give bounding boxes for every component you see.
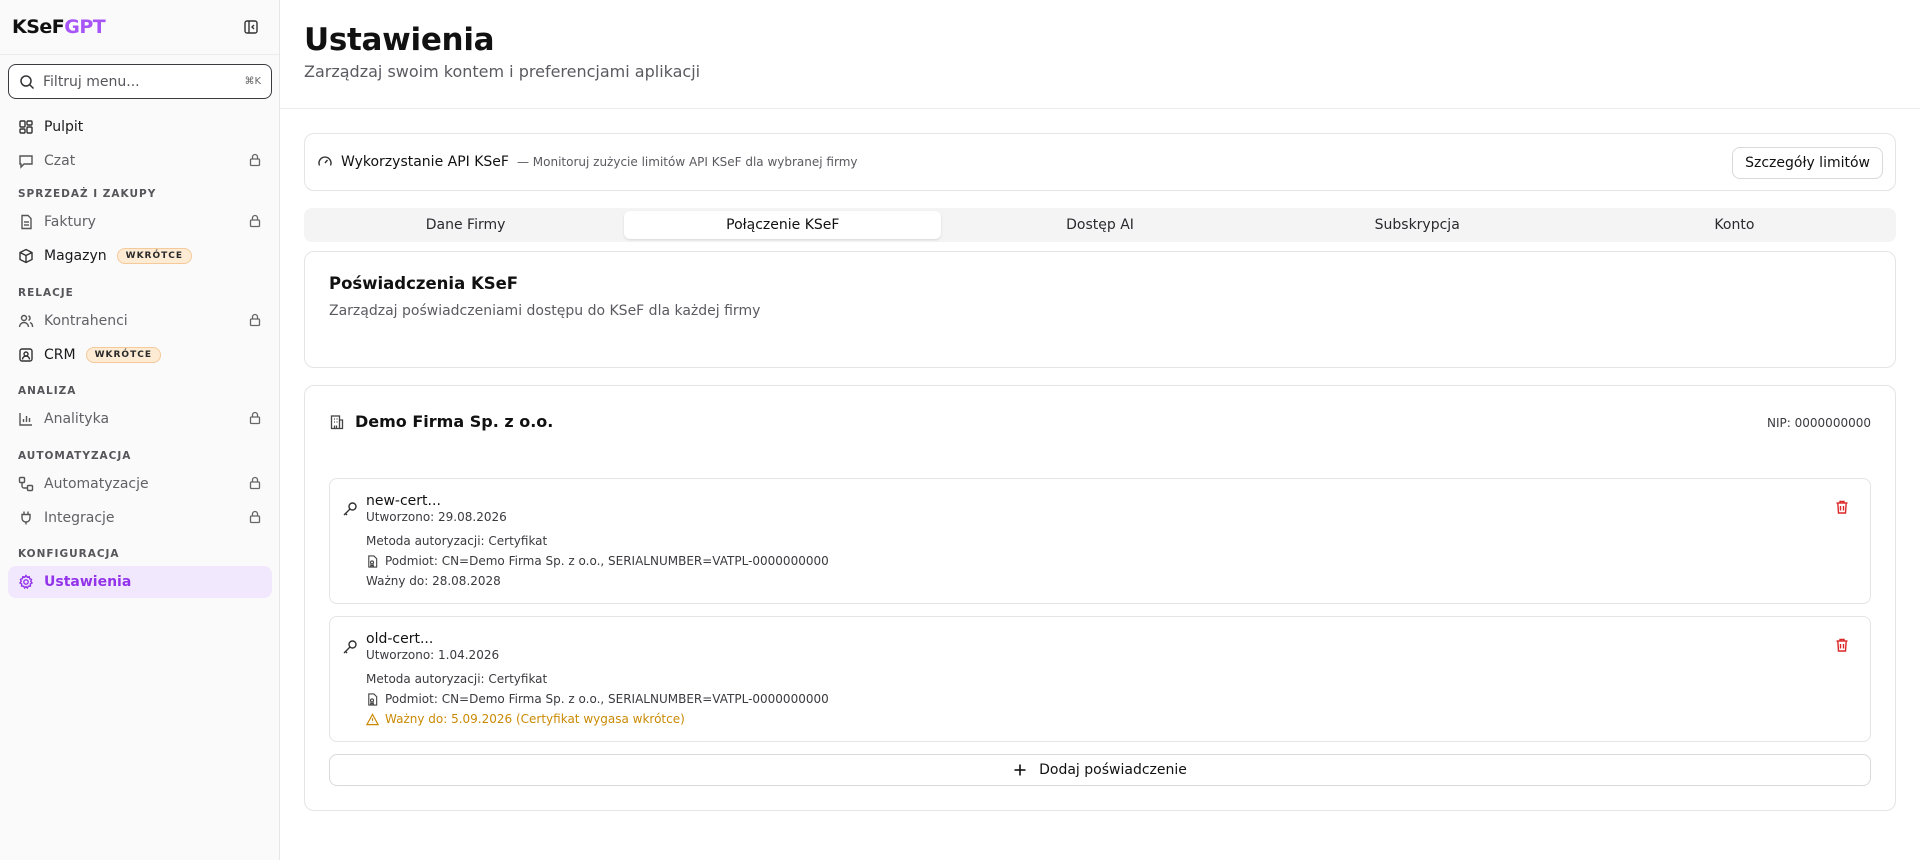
menu-filter-search: ⌘K [8, 64, 272, 99]
lock-icon [248, 153, 262, 171]
tab-subscription[interactable]: Subskrypcja [1259, 211, 1576, 239]
workflow-icon [18, 476, 34, 492]
sidebar-item-automatyzacje[interactable]: Automatyzacje [8, 468, 272, 500]
credentials-title: Poświadczenia KSeF [329, 274, 519, 293]
certificate-expiry-warning-row: Ważny do: 5.09.2026 (Certyfikat wygasa w… [366, 711, 829, 727]
certificate-details: new-cert... Utworzono: 29.08.2026 Metoda… [366, 493, 829, 589]
lock-icon [248, 411, 262, 429]
contact-card-icon [18, 347, 34, 363]
lock-icon [248, 214, 262, 232]
bar-chart-icon [18, 411, 34, 427]
credentials-card: Poświadczenia KSeF Zarządzaj poświadczen… [304, 251, 1896, 368]
coming-soon-badge: WKRÓTCE [116, 248, 193, 264]
certificate-subject: Podmiot: CN=Demo Firma Sp. z o.o., SERIA… [385, 554, 829, 568]
sidebar-item-crm[interactable]: CRM WKRÓTCE [8, 339, 272, 371]
settings-tabs: Dane Firmy Połączenie KSeF Dostęp AI Sub… [304, 208, 1896, 242]
tab-account[interactable]: Konto [1576, 211, 1893, 239]
lock-icon [248, 476, 262, 494]
firm-header: Demo Firma Sp. z o.o. [329, 412, 553, 431]
chat-icon [18, 153, 34, 169]
certificate-valid-until: Ważny do: 28.08.2028 [366, 574, 501, 588]
certificate-item: new-cert... Utworzono: 29.08.2026 Metoda… [329, 478, 1871, 604]
certificate-auth-method: Metoda autoryzacji: Certyfikat [366, 534, 548, 548]
key-icon [342, 639, 358, 659]
tab-ksef-connection[interactable]: Połączenie KSeF [624, 211, 942, 239]
certificate-item: old-cert... Utworzono: 1.04.2026 Metoda … [329, 616, 1871, 742]
add-credential-label: Dodaj poświadczenie [1039, 762, 1187, 778]
key-icon [342, 501, 358, 521]
certificate-name: old-cert... [366, 631, 434, 647]
warning-triangle-icon [366, 712, 379, 725]
sidebar-header: KSeFGPT [0, 0, 279, 55]
search-shortcut: ⌘K [244, 76, 261, 87]
firm-card: Demo Firma Sp. z o.o. NIP: 0000000000 ne… [304, 385, 1896, 811]
sidebar-item-ustawienia[interactable]: Ustawienia [8, 566, 272, 598]
main-content: Ustawienia Zarządzaj swoim kontem i pref… [280, 0, 1920, 860]
sidebar-item-magazyn[interactable]: Magazyn WKRÓTCE [8, 240, 272, 272]
page-subtitle: Zarządzaj swoim kontem i preferencjami a… [304, 62, 701, 81]
building-icon [330, 414, 344, 429]
search-icon [20, 74, 35, 89]
section-label-relations: RELACJE [18, 287, 74, 299]
plus-icon [1013, 763, 1027, 777]
firm-name: Demo Firma Sp. z o.o. [355, 412, 554, 431]
file-certificate-icon [368, 554, 378, 568]
certificate-valid-until: Ważny do: 5.09.2026 (Certyfikat wygasa w… [385, 712, 685, 726]
dashboard-icon [18, 119, 34, 135]
sidebar-item-integracje[interactable]: Integracje [8, 502, 272, 534]
api-usage-title: Wykorzystanie API KSeF [341, 154, 509, 170]
section-label-config: KONFIGURACJA [18, 548, 120, 560]
firm-nip: NIP: 0000000000 [1767, 416, 1871, 430]
file-certificate-icon [368, 692, 378, 706]
certificate-created: Utworzono: 29.08.2026 [366, 510, 507, 524]
certificate-subject-row: Podmiot: CN=Demo Firma Sp. z o.o., SERIA… [366, 691, 829, 707]
limit-details-button[interactable]: Szczegóły limitów [1732, 147, 1883, 179]
delete-certificate-icon[interactable] [1834, 637, 1850, 657]
tab-ai-access[interactable]: Dostęp AI [941, 211, 1258, 239]
gauge-icon [318, 156, 332, 166]
certificate-created: Utworzono: 1.04.2026 [366, 648, 500, 662]
sidebar-item-analityka[interactable]: Analityka [8, 403, 272, 435]
sidebar-collapse-icon[interactable] [241, 17, 261, 37]
logo[interactable]: KSeFGPT [12, 16, 106, 38]
tab-company-data[interactable]: Dane Firmy [307, 211, 624, 239]
gear-icon [18, 574, 34, 590]
credentials-description: Zarządzaj poświadczeniami dostępu do KSe… [329, 303, 761, 319]
menu-filter-input[interactable] [43, 73, 245, 90]
delete-certificate-icon[interactable] [1834, 499, 1850, 519]
lock-icon [248, 313, 262, 331]
page-header: Ustawienia Zarządzaj swoim kontem i pref… [280, 0, 1920, 109]
sidebar-item-pulpit[interactable]: Pulpit [8, 111, 272, 143]
coming-soon-badge: WKRÓTCE [85, 347, 161, 363]
app: KSeFGPT ⌘K Pulpit Czat SPRZEDAŻ I ZAKUPY… [0, 0, 1920, 860]
section-label-sales: SPRZEDAŻ I ZAKUPY [18, 188, 157, 200]
package-icon [18, 248, 34, 264]
add-credential-button[interactable]: Dodaj poświadczenie [329, 754, 1871, 786]
users-icon [18, 313, 34, 329]
section-label-automation: AUTOMATYZACJA [18, 450, 132, 462]
page-title: Ustawienia [304, 22, 495, 58]
invoice-icon [18, 214, 34, 230]
certificate-details: old-cert... Utworzono: 1.04.2026 Metoda … [366, 631, 829, 727]
api-usage-card: Wykorzystanie API KSeF — Monitoruj zużyc… [304, 133, 1896, 191]
sidebar-item-faktury[interactable]: Faktury [8, 206, 272, 238]
certificate-subject-row: Podmiot: CN=Demo Firma Sp. z o.o., SERIA… [366, 553, 829, 569]
sidebar-item-czat[interactable]: Czat [8, 145, 272, 177]
certificate-subject: Podmiot: CN=Demo Firma Sp. z o.o., SERIA… [385, 692, 829, 706]
plug-icon [18, 510, 34, 526]
api-usage-description: — Monitoruj zużycie limitów API KSeF dla… [516, 155, 858, 169]
sidebar-item-kontrahenci[interactable]: Kontrahenci [8, 305, 272, 337]
lock-icon [248, 510, 262, 528]
certificate-name: new-cert... [366, 493, 441, 509]
sidebar: KSeFGPT ⌘K Pulpit Czat SPRZEDAŻ I ZAKUPY… [0, 0, 280, 860]
section-label-analysis: ANALIZA [18, 385, 77, 397]
certificate-auth-method: Metoda autoryzacji: Certyfikat [366, 672, 548, 686]
